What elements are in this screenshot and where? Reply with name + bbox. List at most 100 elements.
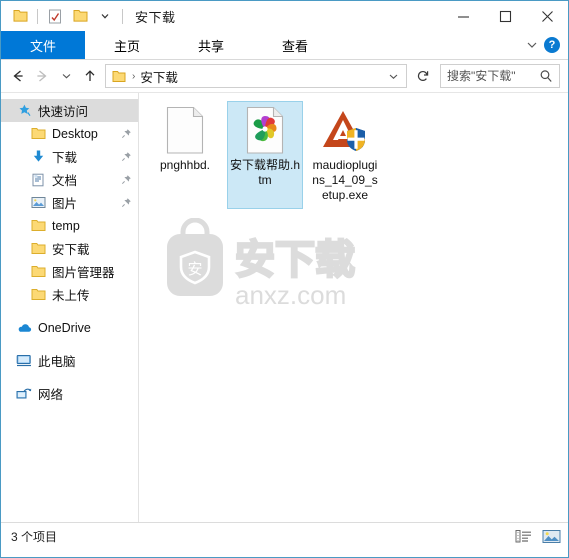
sidebar-item-quick-access[interactable]: 快速访问 [1, 99, 138, 122]
address-bar: › 安下载 [1, 60, 568, 93]
ribbon-right-controls: ? [526, 31, 568, 59]
sidebar-item-temp[interactable]: temp [1, 214, 138, 237]
network-icon [15, 387, 33, 400]
sidebar-item-picture-manager[interactable]: 图片管理器 [1, 260, 138, 283]
sidebar-item-label: 未上传 [52, 289, 90, 303]
toolbar-separator-2 [122, 8, 123, 24]
explorer-body: 快速访问 Desktop 下载 文档 图片 temp 安下载 图片管理器 未上传… [1, 93, 568, 522]
breadcrumb-separator: › [132, 70, 136, 82]
minimize-button[interactable] [442, 1, 484, 31]
help-icon[interactable]: ? [544, 37, 560, 53]
blank-document-icon [161, 106, 209, 154]
quick-access-toolbar: 安下载 [1, 1, 176, 31]
view-mode-buttons [512, 527, 562, 546]
sidebar-item-label: 下载 [52, 151, 78, 165]
recent-locations-button[interactable] [55, 64, 77, 88]
item-count-label: 3 个项目 [11, 530, 58, 544]
list-item[interactable]: maudioplugins_14_09_setup.exe [307, 101, 383, 209]
chevron-down-icon[interactable] [526, 40, 538, 50]
tab-view[interactable]: 查看 [253, 31, 337, 59]
sidebar-item-not-uploaded[interactable]: 未上传 [1, 283, 138, 306]
list-item[interactable]: 安下载帮助.htm [227, 101, 303, 209]
installer-shield-icon [321, 106, 369, 154]
customize-dropdown-icon[interactable] [94, 5, 116, 27]
search-icon [537, 69, 559, 83]
up-button[interactable] [79, 64, 101, 88]
maximize-button[interactable] [484, 1, 526, 31]
tab-home[interactable]: 主页 [85, 31, 169, 59]
download-arrow-icon [29, 149, 47, 164]
list-item-label: maudioplugins_14_09_setup.exe [312, 158, 378, 202]
breadcrumb[interactable]: › 安下载 [105, 64, 407, 88]
star-pin-icon [15, 103, 33, 118]
sidebar-item-label: 网络 [38, 388, 64, 402]
folder-icon [112, 70, 126, 83]
folder-icon [29, 127, 47, 140]
details-view-button[interactable] [512, 527, 534, 546]
documents-icon [29, 173, 47, 187]
navigation-pane: 快速访问 Desktop 下载 文档 图片 temp 安下载 图片管理器 未上传… [1, 93, 139, 522]
tab-file[interactable]: 文件 [1, 31, 85, 59]
large-icons-view-button[interactable] [540, 527, 562, 546]
search-input[interactable] [441, 69, 537, 83]
sidebar-item-label: temp [52, 218, 80, 233]
sidebar-item-label: OneDrive [38, 320, 91, 335]
close-button[interactable] [526, 1, 568, 31]
ribbon-tab-bar: 文件 主页 共享 查看 ? [1, 31, 568, 60]
list-item-label: 安下载帮助.htm [230, 158, 301, 187]
sidebar-item-label: Desktop [52, 126, 98, 141]
refresh-button[interactable] [413, 65, 433, 87]
sidebar-item-documents[interactable]: 文档 [1, 168, 138, 191]
onedrive-cloud-icon [15, 322, 33, 334]
breadcrumb-item-current[interactable]: 安下载 [140, 67, 178, 86]
file-list-pane[interactable]: 安 安下载 anxz.com pnghhbd. 安下载帮助.htm maudio… [139, 93, 568, 522]
toolbar-separator [37, 8, 38, 24]
title-bar: 安下载 [1, 1, 568, 31]
sidebar-item-onedrive[interactable]: OneDrive [1, 316, 138, 339]
folder-icon [29, 265, 47, 278]
folder-icon[interactable] [9, 5, 31, 27]
sidebar-item-label: 文档 [52, 174, 78, 188]
sidebar-item-label: 图片 [52, 197, 78, 211]
sidebar-item-desktop[interactable]: Desktop [1, 122, 138, 145]
sidebar-item-anxiazai[interactable]: 安下载 [1, 237, 138, 260]
pin-icon[interactable] [121, 128, 132, 139]
sidebar-item-network[interactable]: 网络 [1, 382, 138, 405]
window-title: 安下载 [135, 9, 176, 25]
pin-icon[interactable] [121, 197, 132, 208]
folder-icon [29, 242, 47, 255]
folder-icon [29, 288, 47, 301]
this-pc-icon [15, 354, 33, 367]
sidebar-item-label: 快速访问 [38, 105, 89, 119]
html-pinwheel-icon [241, 106, 289, 154]
pin-icon[interactable] [121, 151, 132, 162]
sidebar-item-downloads[interactable]: 下载 [1, 145, 138, 168]
folder-icon [29, 219, 47, 232]
back-button[interactable] [7, 64, 29, 88]
sidebar-item-pictures[interactable]: 图片 [1, 191, 138, 214]
file-explorer-window: 安下载 文件 主页 共享 查看 ? › 安下载 搜索"安下载" 快速访问 Des… [0, 0, 569, 558]
search-box[interactable] [440, 64, 560, 88]
tab-share[interactable]: 共享 [169, 31, 253, 59]
sidebar-item-label: 此电脑 [38, 355, 76, 369]
properties-check-icon[interactable] [44, 5, 66, 27]
file-grid: pnghhbd. 安下载帮助.htm maudioplugins_14_09_s… [139, 93, 568, 209]
status-bar: 3 个项目 [1, 522, 568, 550]
list-item-label: pnghhbd. [159, 158, 211, 172]
watermark-brand-text: 安下载 [235, 237, 355, 283]
pictures-icon [29, 196, 47, 209]
watermark-site-text: anxz.com [235, 280, 346, 310]
site-watermark: 安 安下载 anxz.com [163, 217, 413, 313]
sidebar-item-label: 图片管理器 [52, 266, 115, 280]
breadcrumb-dropdown-icon[interactable] [381, 72, 406, 81]
sidebar-item-this-pc[interactable]: 此电脑 [1, 349, 138, 372]
watermark-badge-char: 安 [187, 260, 202, 278]
sidebar-item-label: 安下载 [52, 243, 90, 257]
new-folder-icon[interactable] [69, 5, 91, 27]
pin-icon[interactable] [121, 174, 132, 185]
window-controls [442, 1, 568, 31]
forward-button[interactable] [31, 64, 53, 88]
list-item[interactable]: pnghhbd. [147, 101, 223, 209]
